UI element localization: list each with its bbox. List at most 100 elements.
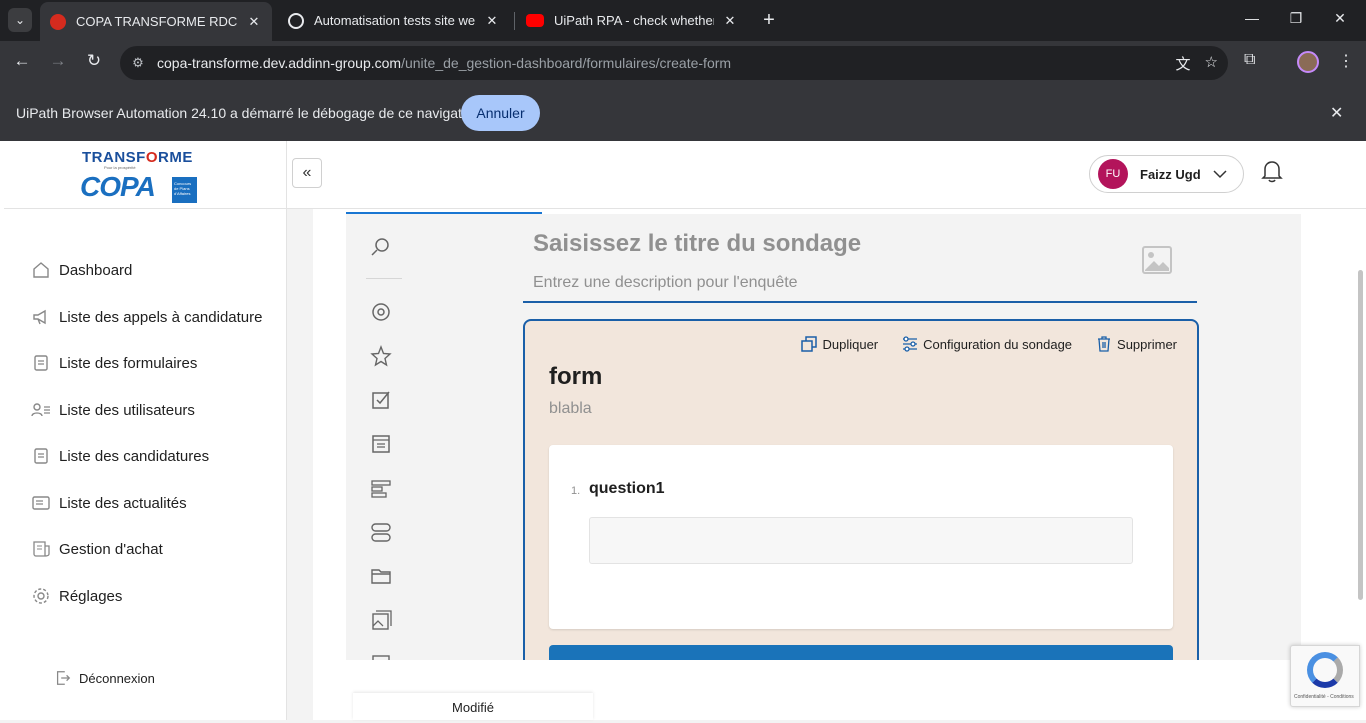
purchase-icon	[33, 541, 50, 557]
restore-icon[interactable]: ❐	[1284, 10, 1308, 27]
configure-label: Configuration du sondage	[923, 336, 1073, 352]
app-header: « FU Faizz Ugd	[287, 141, 1366, 209]
question-card[interactable]: 1. question1	[549, 445, 1173, 629]
question-title[interactable]: question1	[589, 480, 665, 498]
configure-survey-button[interactable]: Configuration du sondage	[902, 336, 1072, 352]
logo-tagline: Pour la prospérité	[104, 165, 136, 170]
sidebar-item-dashboard[interactable]: Dashboard	[31, 260, 132, 280]
copa-transforme-logo[interactable]: TRANSFORME Pour la prospérité COPA Conco…	[80, 149, 200, 203]
title-underline	[523, 301, 1197, 303]
url-text: copa-transforme.dev.addinn-group.com/uni…	[157, 55, 732, 71]
browser-toolbar: ← → ↻ ⚙ copa-transforme.dev.addinn-group…	[0, 41, 1366, 85]
folder-icon[interactable]	[370, 565, 392, 587]
sidebar-item-label: Liste des formulaires	[59, 354, 198, 372]
sidebar-item-appels[interactable]: Liste des appels à candidature	[31, 307, 262, 327]
tab-automatisation[interactable]: Automatisation tests site web ✕	[278, 4, 510, 37]
logo-copa: COPA	[80, 171, 156, 202]
minimize-icon[interactable]: —	[1240, 10, 1264, 26]
bookmark-star-icon[interactable]: ☆	[1205, 53, 1218, 74]
new-tab-button[interactable]: +	[759, 9, 779, 31]
reload-icon[interactable]: ↻	[82, 51, 106, 71]
tab-title: UiPath RPA - check whether the	[554, 13, 714, 28]
main-content: Saisissez le titre du sondage Entrez une…	[313, 209, 1366, 720]
youtube-favicon-icon	[526, 14, 544, 27]
profile-avatar[interactable]	[1297, 51, 1319, 73]
status-tab-modified[interactable]: Modifié	[353, 693, 593, 720]
translate-icon[interactable]: 文	[1176, 53, 1191, 74]
sidebar-item-label: Réglages	[59, 587, 123, 605]
sidebar-item-achat[interactable]: Gestion d'achat	[31, 539, 163, 559]
users-icon	[31, 403, 50, 417]
page-scrollbar[interactable]	[1358, 270, 1363, 600]
image-picker-icon[interactable]	[370, 609, 392, 631]
chevron-down-icon	[1213, 170, 1227, 179]
sidebar-item-label: Gestion d'achat	[59, 540, 163, 558]
survey-page-panel[interactable]: Dupliquer Configuration du sondage Suppr…	[523, 319, 1199, 660]
recaptcha-badge[interactable]: Confidentialité - Conditions	[1290, 645, 1360, 707]
collapse-sidebar-button[interactable]: «	[292, 158, 322, 188]
page-title[interactable]: form	[549, 363, 602, 391]
debug-infobar: UiPath Browser Automation 24.10 a démarr…	[0, 85, 1366, 141]
logout-label: Déconnexion	[79, 670, 155, 686]
dropdown-icon[interactable]	[370, 433, 392, 455]
sidebar-item-label: Liste des utilisateurs	[59, 401, 195, 419]
recaptcha-icon	[1307, 652, 1343, 688]
question-answer-input[interactable]	[589, 517, 1133, 564]
page-actions: Dupliquer Configuration du sondage Suppr…	[801, 336, 1177, 352]
sidebar-item-actualites[interactable]: Liste des actualités	[31, 493, 187, 513]
rating-star-icon[interactable]	[370, 345, 392, 367]
window-close-icon[interactable]: ✕	[1328, 10, 1352, 27]
close-tab-icon[interactable]: ✕	[246, 14, 262, 30]
survey-editor: Saisissez le titre du sondage Entrez une…	[346, 214, 1301, 660]
home-icon	[33, 262, 49, 278]
user-menu[interactable]: FU Faizz Ugd	[1089, 155, 1244, 193]
sidebar-item-reglages[interactable]: Réglages	[31, 586, 122, 606]
tab-uipath[interactable]: UiPath RPA - check whether the ✕	[516, 4, 748, 37]
duplicate-button[interactable]: Dupliquer	[801, 336, 878, 352]
close-tab-icon[interactable]: ✕	[722, 13, 738, 29]
boolean-toggle-icon[interactable]	[370, 521, 392, 543]
tab-title: COPA TRANSFORME RDC	[76, 14, 238, 29]
openai-favicon-icon	[288, 12, 304, 29]
logout-icon	[56, 671, 71, 685]
document-icon	[34, 448, 48, 464]
back-icon[interactable]: ←	[10, 51, 34, 71]
settings-sliders-icon	[903, 336, 918, 352]
recaptcha-terms[interactable]: Confidentialité - Conditions	[1294, 694, 1354, 700]
sidebar-item-candidatures[interactable]: Liste des candidatures	[31, 446, 209, 466]
toolbox	[346, 214, 416, 660]
bell-icon[interactable]	[1261, 159, 1283, 183]
logo-box: Concours de Plans d'Affaires	[172, 177, 197, 203]
checkbox-icon[interactable]	[370, 389, 392, 411]
add-question-bar[interactable]	[549, 645, 1173, 660]
tab-separator	[514, 12, 515, 30]
infobar-close-icon[interactable]: ✕	[1330, 103, 1343, 123]
forward-icon[interactable]: →	[46, 51, 70, 71]
cancel-debug-button[interactable]: Annuler	[461, 95, 540, 131]
survey-title-input[interactable]: Saisissez le titre du sondage	[533, 230, 861, 258]
radio-group-icon[interactable]	[370, 301, 392, 323]
more-tools-icon[interactable]	[370, 653, 392, 660]
extensions-icon[interactable]: ⧉	[1244, 51, 1255, 69]
logo-placeholder-icon[interactable]	[1141, 244, 1173, 276]
ranking-icon[interactable]	[370, 477, 392, 499]
close-tab-icon[interactable]: ✕	[484, 13, 500, 29]
page-description[interactable]: blabla	[549, 400, 592, 418]
infobar-message: UiPath Browser Automation 24.10 a démarr…	[16, 105, 483, 121]
sidebar: TRANSFORME Pour la prospérité COPA Conco…	[0, 141, 287, 720]
logout-button[interactable]: Déconnexion	[54, 669, 155, 687]
survey-description-input[interactable]: Entrez une description pour l'enquête	[533, 274, 798, 292]
tab-copa[interactable]: COPA TRANSFORME RDC ✕	[40, 2, 272, 41]
sidebar-item-label: Liste des candidatures	[59, 447, 210, 465]
sidebar-item-formulaires[interactable]: Liste des formulaires	[31, 353, 197, 373]
delete-button[interactable]: Supprimer	[1096, 336, 1177, 352]
delete-label: Supprimer	[1117, 336, 1177, 352]
site-info-icon[interactable]: ⚙	[128, 55, 148, 71]
tab-search-button[interactable]: ⌄	[8, 8, 32, 32]
duplicate-icon	[801, 336, 818, 352]
address-bar[interactable]: ⚙ copa-transforme.dev.addinn-group.com/u…	[120, 46, 1228, 80]
menu-kebab-icon[interactable]: ⋮	[1338, 51, 1354, 71]
sidebar-item-utilisateurs[interactable]: Liste des utilisateurs	[31, 400, 195, 420]
user-name: Faizz Ugd	[1140, 166, 1201, 182]
search-icon[interactable]	[370, 236, 392, 258]
